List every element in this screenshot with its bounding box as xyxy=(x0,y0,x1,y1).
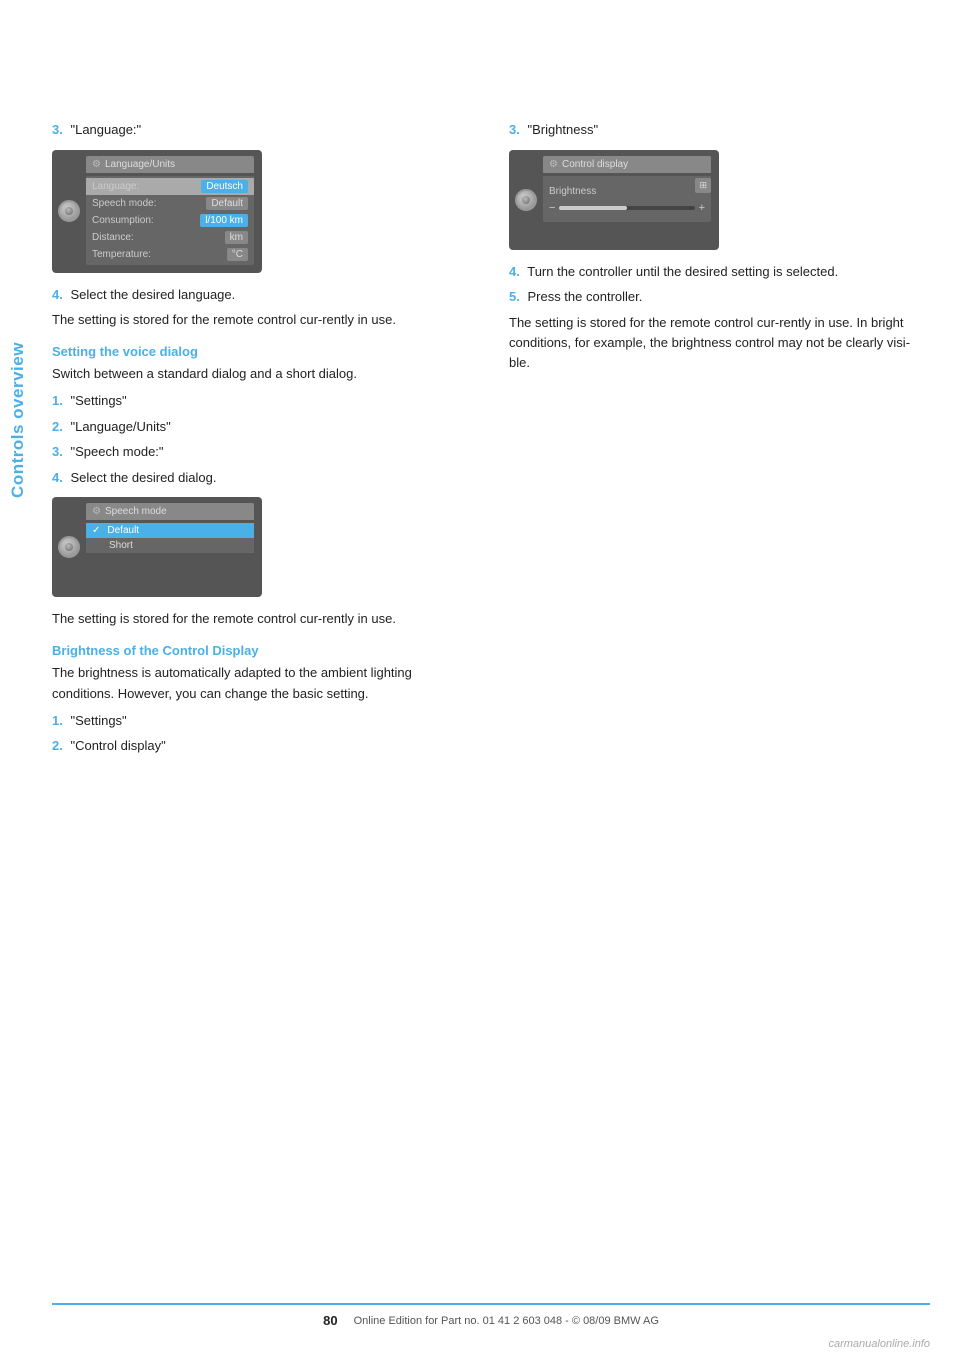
substep-3-num: 3. xyxy=(52,444,63,459)
step-number-4: 4. xyxy=(52,287,63,302)
brightness-screen-top-bar: ⚙ Control display xyxy=(543,156,711,173)
speech-knob xyxy=(58,536,80,558)
screen-top-bar: ⚙ Language/Units xyxy=(86,156,254,173)
bstep-1-num: 1. xyxy=(52,713,63,728)
language-screen-row: Consumption:l/100 km xyxy=(86,212,254,229)
right-step-3-text: "Brightness" xyxy=(527,122,598,137)
right-step-5-num: 5. xyxy=(509,289,520,304)
speech-knob-inner xyxy=(65,543,73,551)
substep-2-num: 2. xyxy=(52,419,63,434)
right-step-5: 5. Press the controller. xyxy=(509,287,930,307)
check-icon: ✓ xyxy=(92,525,100,536)
bstep-2: 2. "Control display" xyxy=(52,736,473,756)
step-4: 4. Select the desired language. xyxy=(52,285,473,305)
body-text-1: The setting is stored for the remote con… xyxy=(52,310,473,330)
right-step-3: 3. "Brightness" xyxy=(509,120,930,140)
speech-option-label: Short xyxy=(109,540,133,551)
right-step-4: 4. Turn the controller until the desired… xyxy=(509,262,930,282)
row-value: Default xyxy=(206,197,248,210)
speech-screen-top-bar: ⚙ Speech mode xyxy=(86,503,254,520)
knob-inner xyxy=(65,207,73,215)
right-step-3-num: 3. xyxy=(509,122,520,137)
right-step-4-num: 4. xyxy=(509,264,520,279)
substep-4-num: 4. xyxy=(52,470,63,485)
speech-option-label: Default xyxy=(107,525,139,536)
brightness-minus-icon: − xyxy=(549,202,555,214)
brightness-fill xyxy=(559,206,627,210)
substep-3-text: "Speech mode:" xyxy=(70,444,163,459)
speech-screen-body: ✓ Default Short xyxy=(86,523,254,553)
brightness-label: Brightness xyxy=(549,186,705,197)
speech-option: Short xyxy=(86,538,254,553)
step-number-3: 3. xyxy=(52,122,63,137)
brightness-right-icon: ⊞ xyxy=(695,178,711,193)
brightness-bar xyxy=(559,206,694,210)
language-screen-row: Speech mode:Default xyxy=(86,195,254,212)
watermark: carmanualonline.info xyxy=(828,1338,930,1350)
substep-4-text: Select the desired dialog. xyxy=(70,470,216,485)
page-number: 80 xyxy=(323,1313,337,1328)
speech-option: ✓ Default xyxy=(86,523,254,538)
brightness-gear-icon: ⚙ xyxy=(549,159,558,170)
voice-dialog-body: Switch between a standard dialog and a s… xyxy=(52,364,473,384)
knob xyxy=(58,200,80,222)
row-value: °C xyxy=(227,248,248,261)
step-4-text: Select the desired language. xyxy=(70,287,235,302)
brightness-plus-icon: + xyxy=(699,202,705,214)
step-3-language: 3. "Language:" xyxy=(52,120,473,140)
brightness-screen-title: Control display xyxy=(562,159,628,170)
row-label: Distance: xyxy=(92,232,225,243)
bstep-1-text: "Settings" xyxy=(70,713,126,728)
left-column: 3. "Language:" ⚙ Language/Units Language… xyxy=(52,120,473,762)
footer-copyright: Online Edition for Part no. 01 41 2 603 … xyxy=(354,1315,659,1327)
speech-screen-title: Speech mode xyxy=(105,506,167,517)
bstep-1: 1. "Settings" xyxy=(52,711,473,731)
substep-1: 1. "Settings" xyxy=(52,391,473,411)
step-3-text: "Language:" xyxy=(70,122,141,137)
language-screen-body: Language:DeutschSpeech mode:DefaultConsu… xyxy=(86,176,254,265)
body-text-2: The setting is stored for the remote con… xyxy=(52,609,473,629)
voice-dialog-heading: Setting the voice dialog xyxy=(52,344,473,359)
substep-4: 4. Select the desired dialog. xyxy=(52,468,473,488)
brightness-content: Brightness − + xyxy=(543,176,711,222)
sidebar-label: Controls overview xyxy=(0,120,36,720)
gear-icon: ⚙ xyxy=(92,159,101,170)
right-column: 3. "Brightness" ⚙ Control display Bright… xyxy=(509,120,930,762)
right-body-text: The setting is stored for the remote con… xyxy=(509,313,930,373)
row-value: Deutsch xyxy=(201,180,248,193)
brightness-heading: Brightness of the Control Display xyxy=(52,643,473,658)
row-label: Temperature: xyxy=(92,249,227,260)
speech-gear-icon: ⚙ xyxy=(92,506,101,517)
substep-3: 3. "Speech mode:" xyxy=(52,442,473,462)
language-units-screen: ⚙ Language/Units Language:DeutschSpeech … xyxy=(52,150,262,273)
language-screen-row: Temperature:°C xyxy=(86,246,254,263)
substep-2-text: "Language/Units" xyxy=(70,419,170,434)
right-step-4-text: Turn the controller until the desired se… xyxy=(527,264,838,279)
substep-2: 2. "Language/Units" xyxy=(52,417,473,437)
language-screen-row: Distance:km xyxy=(86,229,254,246)
row-label: Language: xyxy=(92,181,201,192)
row-value: km xyxy=(225,231,248,244)
bstep-2-num: 2. xyxy=(52,738,63,753)
language-screen-row: Language:Deutsch xyxy=(86,178,254,195)
brightness-screen: ⚙ Control display Brightness − + ⊞ xyxy=(509,150,719,250)
brightness-bar-container: − + xyxy=(549,202,705,214)
language-screen-title: Language/Units xyxy=(105,159,175,170)
bstep-2-text: "Control display" xyxy=(70,738,165,753)
substep-1-num: 1. xyxy=(52,393,63,408)
row-label: Speech mode: xyxy=(92,198,206,209)
right-step-5-text: Press the controller. xyxy=(527,289,642,304)
speech-mode-screen: ⚙ Speech mode ✓ Default Short xyxy=(52,497,262,597)
brightness-knob-inner xyxy=(522,196,530,204)
brightness-body: The brightness is automatically adapted … xyxy=(52,663,473,703)
row-label: Consumption: xyxy=(92,215,200,226)
footer: 80 Online Edition for Part no. 01 41 2 6… xyxy=(52,1303,930,1328)
row-value: l/100 km xyxy=(200,214,248,227)
brightness-knob xyxy=(515,189,537,211)
substep-1-text: "Settings" xyxy=(70,393,126,408)
